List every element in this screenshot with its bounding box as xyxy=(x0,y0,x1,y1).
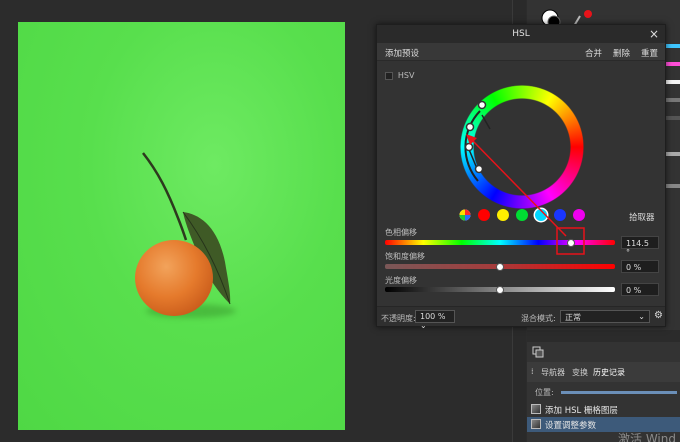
saturation-shift-label: 饱和度偏移 xyxy=(385,252,425,261)
range-handle[interactable] xyxy=(477,100,487,110)
swatch-midgray[interactable] xyxy=(666,184,680,188)
gear-icon[interactable]: ⚙ xyxy=(654,310,663,321)
blend-mode-value: 正常 xyxy=(565,313,581,322)
hsv-checkbox[interactable]: HSV xyxy=(385,71,414,81)
history-position: 位置: xyxy=(527,384,680,400)
saturation-shift-knob[interactable] xyxy=(496,262,504,271)
preset-bar: 添加预设 合并 删除 重置 xyxy=(377,43,665,61)
saturation-shift-value[interactable]: 0 % xyxy=(621,260,659,273)
close-icon[interactable]: × xyxy=(649,27,659,41)
reset-button[interactable]: 重置 xyxy=(641,47,658,59)
opacity-select[interactable]: 100 % ⌄ xyxy=(415,310,455,330)
lightness-shift-knob[interactable] xyxy=(496,285,504,294)
hsv-label: HSV xyxy=(397,71,415,80)
dialog-title: HSL xyxy=(512,29,530,39)
swatch-pink[interactable] xyxy=(666,62,680,66)
activation-watermark: 激活 Wind xyxy=(618,432,676,442)
opacity-label: 不透明度: xyxy=(381,314,416,323)
lightness-shift-value[interactable]: 0 % xyxy=(621,283,659,296)
app-window: ⁞ 导航器 变换 历史记录 位置: 添加 HSL 栅格图层 设置调整参数 激活 … xyxy=(0,0,680,442)
color-option-green[interactable] xyxy=(516,209,528,221)
layers-icon[interactable] xyxy=(532,346,544,358)
tabs-grip-icon: ⁞ xyxy=(531,367,534,376)
hsl-dialog: HSL × 添加预设 合并 删除 重置 HSV 拾取器 色相偏移 114.5 °… xyxy=(376,24,666,330)
color-option-blue[interactable] xyxy=(554,209,566,221)
lightness-shift-label: 光度偏移 xyxy=(385,276,417,285)
swatch-lightgray[interactable] xyxy=(666,152,680,156)
color-option-magenta[interactable] xyxy=(573,209,585,221)
all-colors-option[interactable] xyxy=(459,209,471,221)
color-option-red[interactable] xyxy=(478,209,490,221)
hue-shift-label: 色相偏移 xyxy=(385,228,417,237)
tangerine-stem-leaf xyxy=(142,152,231,305)
blend-mode-select[interactable]: 正常 ⌄ xyxy=(560,310,650,323)
range-handle[interactable] xyxy=(474,164,484,174)
merge-button[interactable]: 合并 xyxy=(585,47,602,59)
swatch-cyan[interactable] xyxy=(666,44,680,48)
panel-toolbar xyxy=(527,330,680,342)
document-canvas[interactable] xyxy=(18,22,345,430)
range-handle[interactable] xyxy=(464,142,474,152)
hue-shift-slider[interactable] xyxy=(385,240,615,245)
hue-shift-value[interactable]: 114.5 ° xyxy=(621,236,659,257)
picker-button[interactable]: 拾取器 xyxy=(629,211,655,223)
history-item-label: 添加 HSL 栅格图层 xyxy=(545,406,618,416)
history-item[interactable]: 添加 HSL 栅格图层 xyxy=(527,402,680,416)
tangerine xyxy=(135,240,213,316)
range-handle[interactable] xyxy=(465,122,475,132)
checkbox-box[interactable] xyxy=(385,71,393,80)
panel-tabs: ⁞ 导航器 变换 历史记录 xyxy=(527,362,680,382)
hue-range-handles[interactable] xyxy=(460,85,584,209)
hue-wheel[interactable] xyxy=(460,85,584,209)
tab-navigator[interactable]: 导航器 xyxy=(541,367,565,378)
tab-transform[interactable]: 变换 xyxy=(572,367,588,378)
hue-shift-knob[interactable] xyxy=(567,238,576,247)
chevron-down-icon: ⌄ xyxy=(638,312,645,321)
dialog-footer: 不透明度: 100 % ⌄ 混合模式: 正常 ⌄ ⚙ xyxy=(377,306,665,330)
blend-mode-label: 混合模式: xyxy=(521,314,556,323)
position-slider[interactable] xyxy=(561,391,677,394)
adjustment-icon xyxy=(531,419,541,429)
delete-button[interactable]: 删除 xyxy=(613,47,630,59)
history-item-label: 设置调整参数 xyxy=(545,421,597,431)
position-label: 位置: xyxy=(535,388,554,397)
dialog-titlebar[interactable]: HSL × xyxy=(377,25,665,43)
raster-layer-icon xyxy=(531,404,541,414)
swatch-white[interactable] xyxy=(666,80,680,84)
swatch-gray[interactable] xyxy=(666,98,680,102)
tab-history[interactable]: 历史记录 xyxy=(593,367,625,378)
add-preset-button[interactable]: 添加预设 xyxy=(385,47,419,59)
swatch-darkgray[interactable] xyxy=(666,116,680,120)
color-option-cyan[interactable] xyxy=(535,209,547,221)
color-option-yellow[interactable] xyxy=(497,209,509,221)
